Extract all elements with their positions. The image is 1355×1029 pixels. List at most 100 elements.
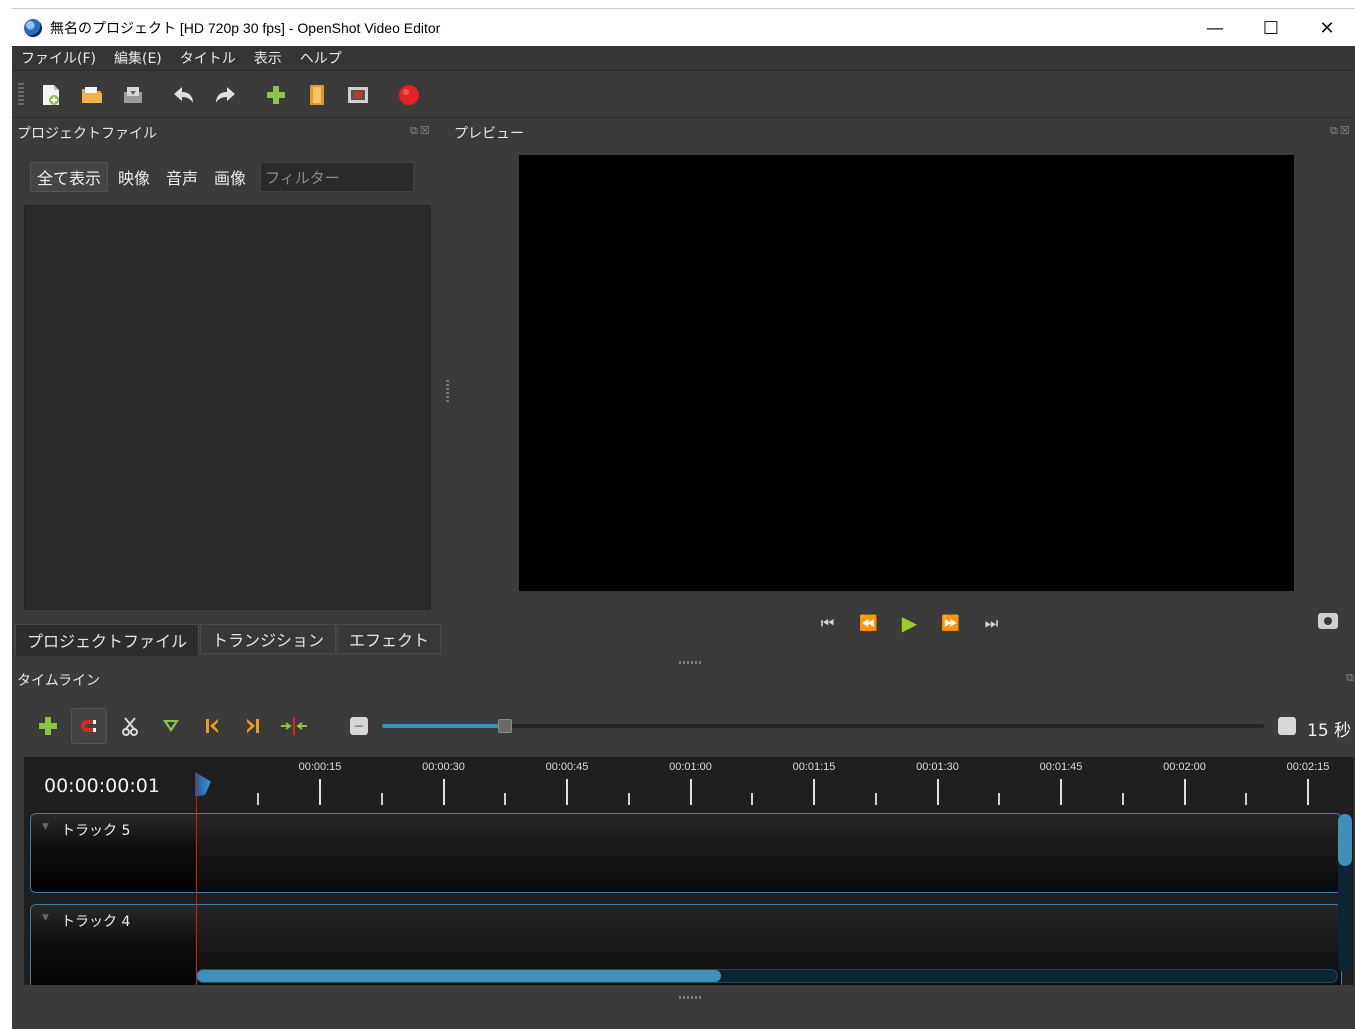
horizontal-splitter[interactable]	[679, 661, 701, 664]
window-title: 無名のプロジェクト [HD 720p 30 fps] - OpenShot Vi…	[50, 19, 441, 36]
bottom-splitter[interactable]	[679, 996, 701, 999]
current-time-display: 00:00:00:01	[44, 775, 160, 797]
jump-to-start-icon[interactable]: ⏮	[807, 608, 848, 638]
track-label: トラック 5	[61, 823, 131, 839]
horizontal-scroll-thumb[interactable]	[197, 970, 722, 982]
ruler-minor-tick	[504, 793, 507, 805]
minimize-button[interactable]: —	[1187, 9, 1243, 47]
track-collapse-icon[interactable]: ▼	[42, 822, 49, 832]
export-video-icon[interactable]	[394, 80, 424, 110]
zoom-slider[interactable]	[382, 719, 1264, 733]
track-5[interactable]: ▼ トラック 5	[30, 813, 1342, 893]
ruler-major-tick	[319, 779, 321, 805]
transport-controls: ⏮ ⏪ ▶ ⏩ ⏭	[807, 608, 1012, 638]
menu-view[interactable]: 表示	[245, 48, 291, 68]
ruler-time-label: 00:01:30	[916, 761, 959, 773]
playhead-line[interactable]	[196, 773, 197, 985]
save-project-icon[interactable]	[118, 80, 148, 110]
snapping-magnet-icon[interactable]	[71, 708, 107, 744]
menu-title[interactable]: タイトル	[171, 48, 245, 68]
track-label: トラック 4	[61, 914, 131, 930]
tab-project-files[interactable]: プロジェクトファイル	[15, 624, 200, 656]
ruler-time-label: 00:01:45	[1039, 761, 1083, 773]
add-track-icon[interactable]	[30, 708, 66, 744]
ruler-scale[interactable]: 00:00:15 00:00:30 00:00:45 00:01:00 00:01:15…	[198, 757, 1354, 809]
filter-image-button[interactable]: 画像	[208, 162, 252, 192]
zoom-slider-thumb[interactable]	[498, 719, 513, 733]
timeline-vertical-scrollbar[interactable]	[1338, 814, 1352, 972]
tab-effects[interactable]: エフェクト	[337, 624, 442, 654]
window-titlebar: 無名のプロジェクト [HD 720p 30 fps] - OpenShot Vi…	[12, 8, 1355, 46]
ruler-time-label: 00:01:15	[792, 761, 836, 773]
ruler-major-tick	[442, 779, 445, 805]
new-project-icon[interactable]	[36, 80, 66, 110]
timeline-ruler[interactable]: 00:00:00:01 00:00:15 00:00:30 00:00:45 00:0…	[24, 757, 1354, 809]
add-marker-icon[interactable]	[153, 708, 189, 744]
filter-show-all-button[interactable]: 全て表示	[30, 162, 109, 192]
undo-icon[interactable]	[169, 80, 199, 110]
timeline-horizontal-scrollbar[interactable]	[196, 969, 1338, 983]
close-button[interactable]: ✕	[1299, 9, 1355, 47]
tab-transitions[interactable]: トランジション	[200, 624, 337, 654]
menu-file[interactable]: ファイル(F)	[12, 48, 105, 68]
profile-icon[interactable]	[302, 80, 332, 110]
project-files-title: プロジェクトファイル	[17, 126, 157, 142]
ruler-time-label: 00:02:00	[1163, 761, 1206, 773]
zoom-in-icon[interactable]	[1278, 717, 1296, 735]
preview-dock-controls-icon[interactable]: ⧉☒	[1330, 124, 1352, 138]
ruler-major-tick	[1307, 779, 1309, 805]
project-files-dock-controls-icon[interactable]: ⧉☒	[410, 124, 432, 138]
camera-snapshot-icon[interactable]	[1318, 613, 1338, 629]
import-files-icon[interactable]	[261, 80, 291, 110]
project-files-filter-bar: 全て表示 映像 音声 画像 フィルター	[30, 161, 415, 193]
timeline-dock-controls-icon[interactable]: ⧉	[1346, 671, 1355, 685]
ruler-major-tick	[566, 779, 568, 805]
ruler-minor-tick	[998, 793, 1001, 805]
jump-to-end-icon[interactable]: ⏭	[971, 608, 1012, 638]
video-preview	[519, 155, 1294, 591]
filter-audio-button[interactable]: 音声	[160, 162, 204, 192]
track-header[interactable]: ▼ トラック 5	[31, 814, 195, 892]
menu-bar: ファイル(F) 編集(E) タイトル 表示 ヘルプ	[12, 46, 1355, 71]
menu-help[interactable]: ヘルプ	[291, 48, 351, 68]
timeline-title: タイムライン	[17, 673, 101, 689]
redo-icon[interactable]	[210, 80, 240, 110]
ruler-minor-tick	[874, 793, 877, 805]
rewind-icon[interactable]: ⏪	[848, 608, 889, 638]
ruler-time-label: 00:00:15	[298, 761, 342, 773]
next-marker-icon[interactable]	[235, 708, 271, 744]
fullscreen-icon[interactable]	[343, 80, 373, 110]
bottom-dock-tabs: プロジェクトファイル トランジション エフェクト	[15, 624, 442, 656]
zoom-out-icon[interactable]: －	[350, 717, 368, 735]
open-project-icon[interactable]	[77, 80, 107, 110]
previous-marker-icon[interactable]	[194, 708, 230, 744]
razor-scissors-icon[interactable]	[112, 708, 148, 744]
ruler-time-label: 00:01:00	[669, 761, 712, 773]
play-icon[interactable]: ▶	[889, 608, 930, 638]
ruler-time-label: 00:00:45	[545, 761, 589, 773]
vertical-splitter[interactable]	[446, 380, 449, 402]
filter-video-button[interactable]: 映像	[112, 162, 156, 192]
track-collapse-icon[interactable]: ▼	[42, 913, 49, 923]
ruler-time-label: 00:02:15	[1286, 761, 1330, 773]
openshot-logo-icon	[24, 18, 42, 37]
menu-edit[interactable]: 編集(E)	[105, 48, 171, 68]
center-playhead-icon[interactable]	[276, 708, 312, 744]
timeline-tracks[interactable]: ▼ トラック 5 ▼ トラック 4	[24, 809, 1354, 985]
ruler-minor-tick	[1245, 793, 1248, 805]
fast-forward-icon[interactable]: ⏩	[930, 608, 971, 638]
ruler-major-tick	[936, 779, 939, 805]
zoom-scale-label: 15 秒	[1307, 721, 1352, 741]
project-files-list[interactable]	[24, 205, 431, 610]
ruler-major-tick	[1060, 779, 1062, 805]
toolbar-grip[interactable]	[18, 82, 24, 107]
zoom-slider-fill	[382, 724, 506, 728]
vertical-scroll-thumb[interactable]	[1338, 814, 1352, 866]
ruler-major-tick	[813, 779, 815, 805]
app-window: ファイル(F) 編集(E) タイトル 表示 ヘルプ プロジェクトファイル ⧉☒ …	[12, 46, 1355, 1029]
ruler-minor-tick	[751, 793, 754, 805]
ruler-minor-tick	[627, 793, 630, 805]
maximize-button[interactable]: ☐	[1243, 9, 1299, 47]
filter-search-input[interactable]: フィルター	[260, 162, 415, 192]
track-header[interactable]: ▼ トラック 4	[31, 905, 195, 985]
